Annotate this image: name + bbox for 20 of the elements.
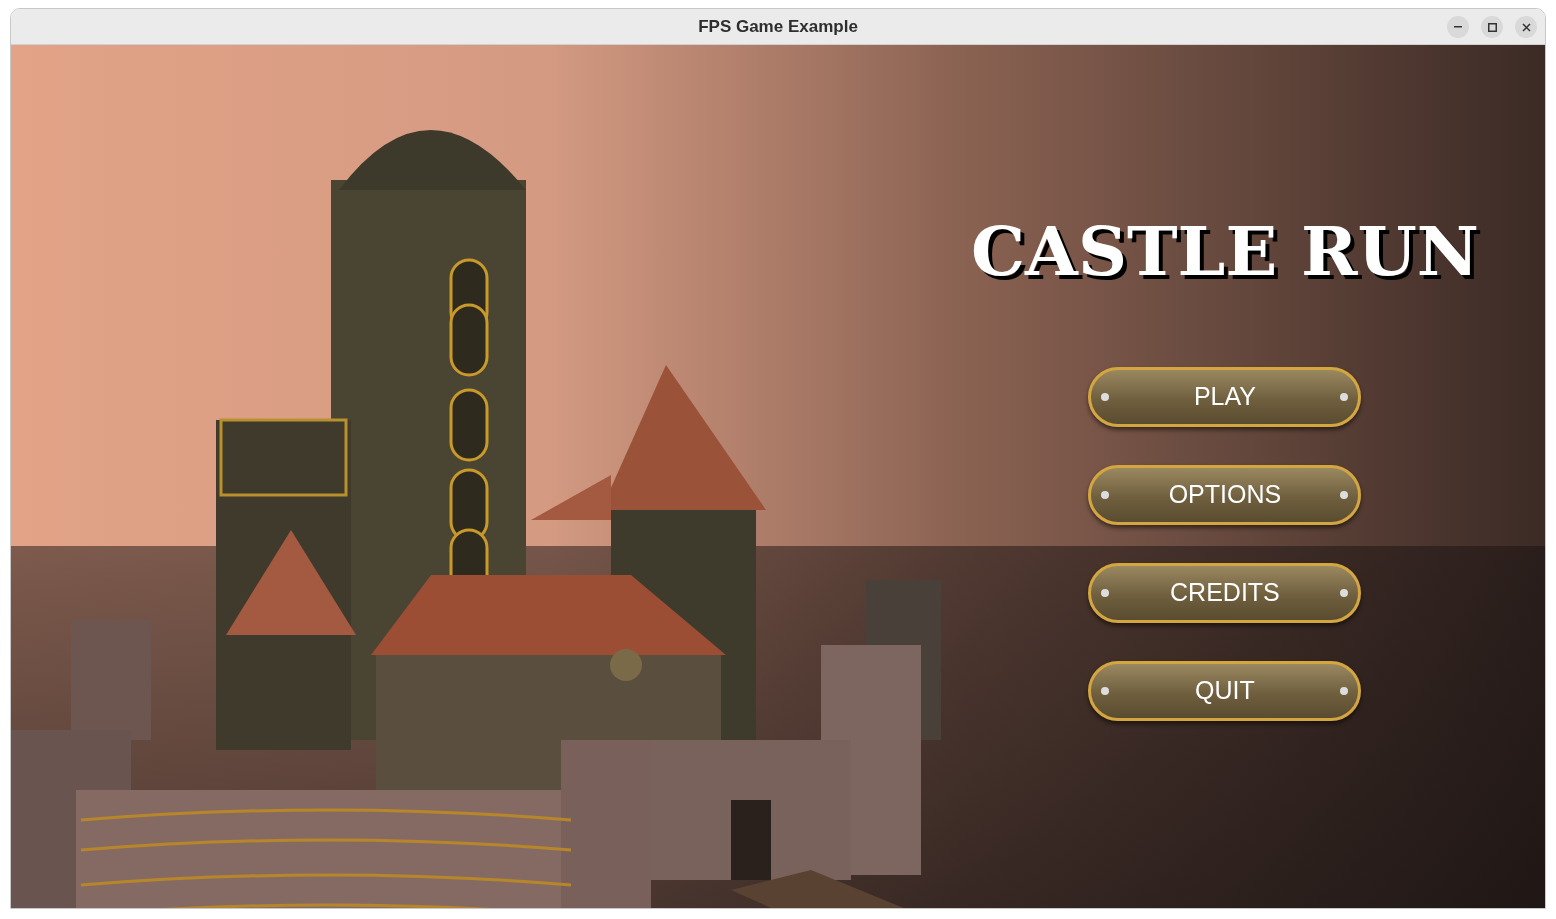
maximize-icon (1487, 22, 1497, 32)
rivet-icon (1340, 687, 1349, 695)
close-icon (1521, 22, 1531, 32)
rivet-icon (1340, 491, 1349, 499)
rivet-icon (1340, 589, 1349, 597)
menu-button[interactable]: QUIT (1088, 661, 1362, 721)
rivet-icon (1101, 491, 1110, 499)
rivet-icon (1101, 393, 1110, 401)
menu-button[interactable]: OPTIONS (1088, 465, 1362, 525)
rivet-icon (1101, 589, 1110, 597)
window-title: FPS Game Example (698, 15, 858, 38)
menu-button[interactable]: CREDITS (1088, 563, 1362, 623)
rivet-icon (1101, 687, 1110, 695)
rivet-icon (1340, 393, 1349, 401)
menu-button[interactable]: PLAY (1088, 367, 1362, 427)
minimize-icon (1454, 26, 1462, 28)
close-button[interactable] (1515, 16, 1537, 38)
maximize-button[interactable] (1481, 16, 1503, 38)
game-title: CASTLE RUN (971, 217, 1479, 285)
minimize-button[interactable] (1447, 16, 1469, 38)
